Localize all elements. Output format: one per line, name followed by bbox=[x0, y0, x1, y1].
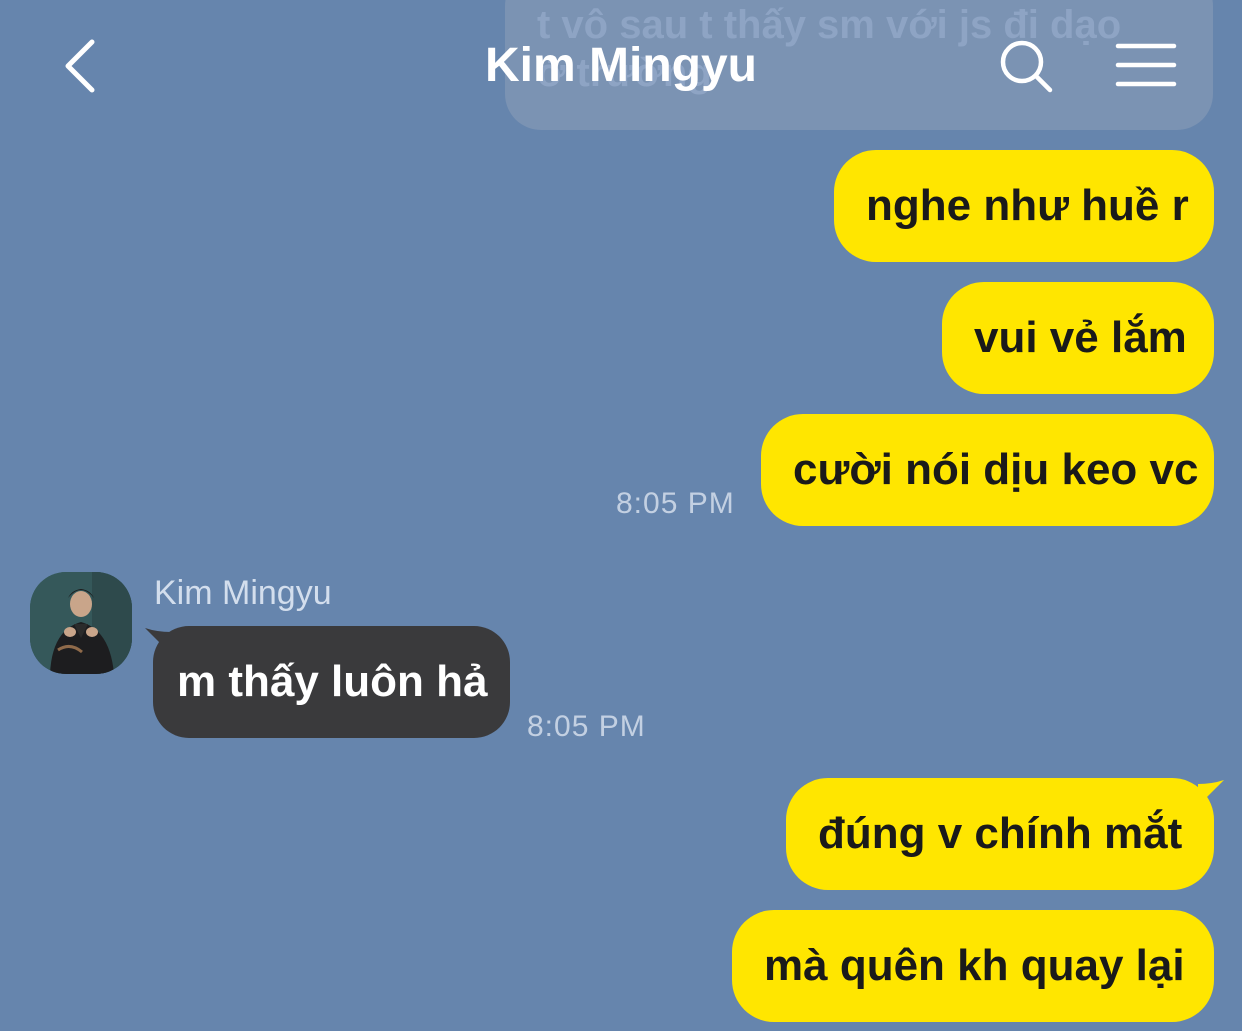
message-timestamp: 8:05 PM bbox=[616, 487, 735, 520]
sender-name: Kim Mingyu bbox=[154, 574, 332, 612]
message-bubble-own[interactable]: đúng v chính mắt bbox=[786, 778, 1214, 890]
search-icon[interactable] bbox=[996, 36, 1056, 96]
message-timestamp: 8:05 PM bbox=[527, 710, 646, 743]
hamburger-menu-icon[interactable] bbox=[1115, 40, 1177, 90]
avatar[interactable] bbox=[30, 572, 132, 674]
message-bubble-own[interactable]: nghe như huề r bbox=[834, 150, 1214, 262]
message-bubble-incoming[interactable]: m thấy luôn hả bbox=[153, 626, 510, 738]
message-bubble-own[interactable]: cười nói dịu keo vc bbox=[761, 414, 1214, 526]
message-bubble-own[interactable]: vui vẻ lắm bbox=[942, 282, 1214, 394]
message-bubble-own[interactable]: mà quên kh quay lại bbox=[732, 910, 1214, 1022]
